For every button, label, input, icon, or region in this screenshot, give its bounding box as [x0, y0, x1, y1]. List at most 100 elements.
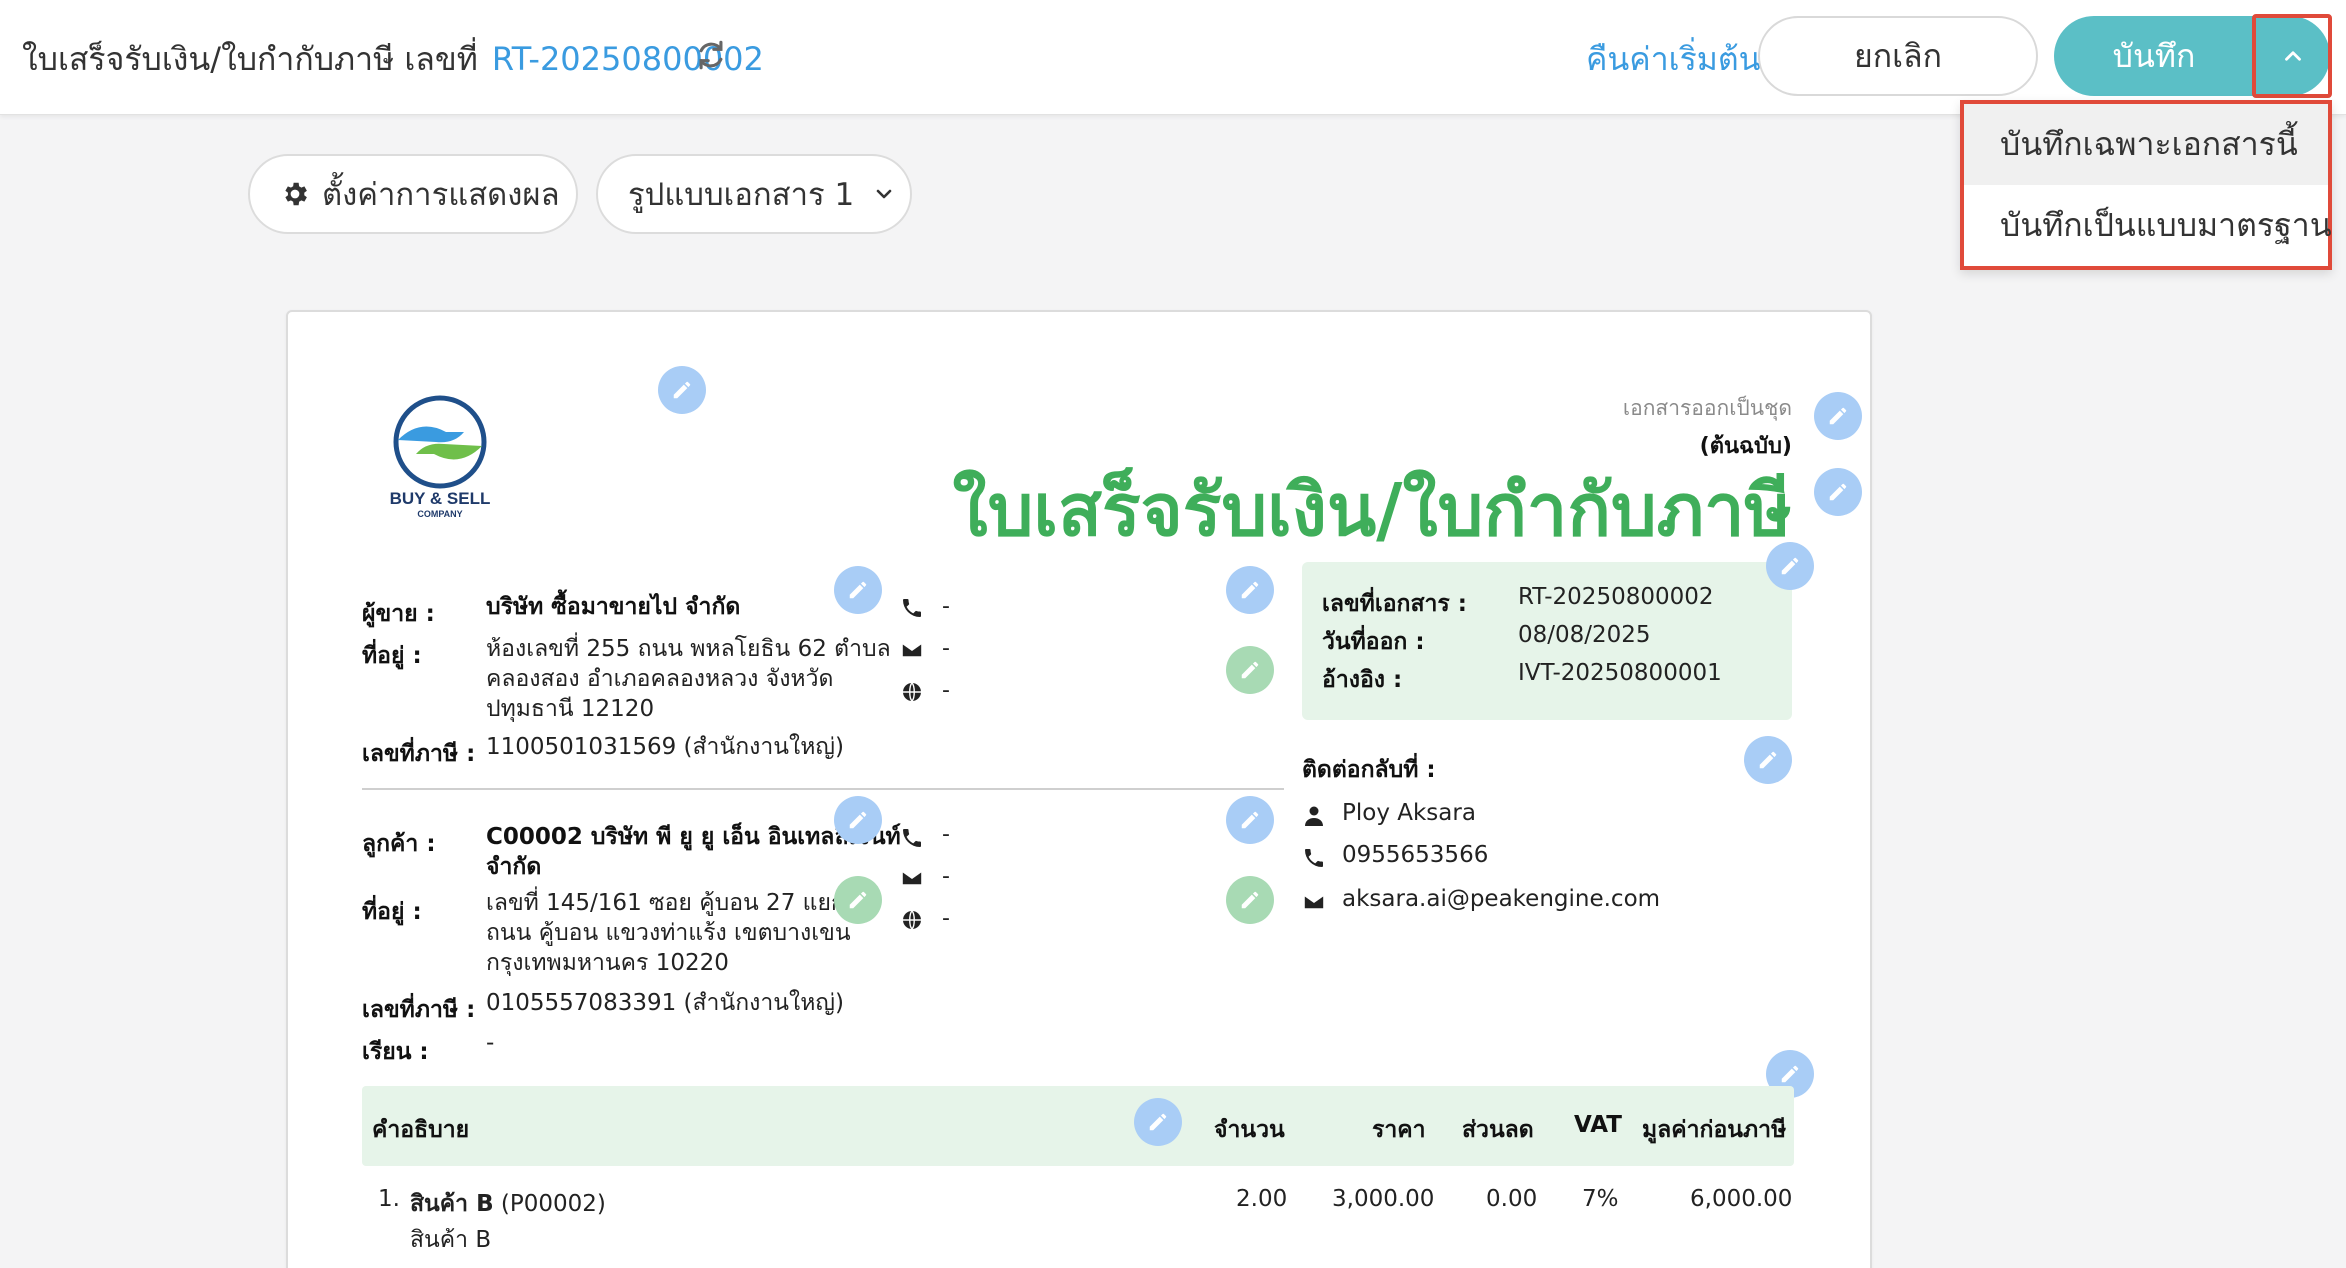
menu-item-save-this-document[interactable]: บันทึกเฉพาะเอกสารนี้	[1964, 104, 2328, 185]
doc-no-value: RT-20250800002	[1518, 584, 1714, 610]
col-vat: VAT	[1574, 1112, 1622, 1138]
customer-tax-label: เลขที่ภาษี :	[362, 997, 476, 1023]
edit-doc-info-button[interactable]	[1766, 542, 1814, 590]
edit-customer-contact-green-button[interactable]	[1226, 876, 1274, 924]
edit-customer-green-button[interactable]	[834, 876, 882, 924]
customer-address-line3: กรุงเทพมหานคร 10220	[486, 950, 729, 976]
person-icon	[1305, 806, 1323, 826]
edit-contact-button[interactable]	[1744, 736, 1792, 784]
pencil-icon	[1241, 891, 1259, 909]
seller-address-line2: คลองสอง อำเภอคลองหลวง จังหวัด	[486, 666, 834, 692]
col-price: ราคา	[1372, 1117, 1426, 1143]
save-options-toggle[interactable]	[2254, 16, 2330, 96]
save-button[interactable]: บันทึก	[2054, 16, 2254, 96]
seller-tax-label: เลขที่ภาษี :	[362, 741, 476, 767]
row-discount: 0.00	[1486, 1186, 1538, 1212]
handshake-logo-icon: BUY & SELL COMPANY	[390, 395, 491, 519]
svg-text:BUY & SELL: BUY & SELL	[390, 489, 491, 508]
customer-name-line2: จำกัด	[486, 854, 542, 880]
customer-email: -	[942, 864, 950, 889]
phone-icon	[1305, 849, 1323, 867]
customer-address-label: ที่อยู่ :	[362, 899, 422, 925]
pencil-icon	[849, 581, 867, 599]
col-quantity: จำนวน	[1214, 1117, 1285, 1143]
section-divider	[362, 788, 1284, 790]
contact-phone: 0955653566	[1342, 842, 1489, 868]
row-item-sub: สินค้า B	[410, 1227, 492, 1253]
edit-title-button[interactable]	[1814, 468, 1862, 516]
issue-date-value: 08/08/2025	[1518, 622, 1651, 648]
phone-icon	[903, 599, 921, 617]
row-vat: 7%	[1582, 1186, 1619, 1212]
display-settings-label: ตั้งค่าการแสดงผล	[322, 177, 560, 213]
page-title-prefix: ใบเสร็จรับเงิน/ใบกำกับภาษี เลขที่	[22, 40, 478, 78]
row-index: 1.	[378, 1186, 400, 1212]
edit-seller-contact-button[interactable]	[1226, 566, 1274, 614]
pencil-icon	[673, 381, 691, 399]
contact-name: Ploy Aksara	[1342, 800, 1476, 826]
attention-label: เรียน :	[362, 1039, 429, 1065]
edit-customer-contact-button[interactable]	[1226, 796, 1274, 844]
edit-header-button[interactable]	[1814, 392, 1862, 440]
customer-web: -	[942, 906, 950, 931]
globe-icon	[903, 682, 921, 702]
edit-seller-button[interactable]	[834, 566, 882, 614]
row-item: สินค้า B (P00002)	[410, 1186, 606, 1222]
pencil-icon	[1241, 581, 1259, 599]
row-price: 3,000.00	[1332, 1186, 1435, 1212]
reference-label: อ้างอิง :	[1322, 667, 1403, 693]
edit-description-column-button[interactable]	[1134, 1098, 1182, 1146]
seller-address-label: ที่อยู่ :	[362, 643, 422, 669]
pencil-icon	[849, 891, 867, 909]
template-select-label: รูปแบบเอกสาร 1	[628, 177, 855, 213]
customer-phone: -	[942, 822, 950, 847]
reset-defaults-link[interactable]: คืนค่าเริ่มต้น	[1586, 34, 1761, 85]
company-logo: BUY & SELL COMPANY	[384, 392, 496, 522]
email-icon	[901, 870, 923, 886]
gear-icon	[285, 182, 307, 206]
pencil-icon	[849, 811, 867, 829]
reference-value: IVT-20250800001	[1518, 660, 1722, 686]
seller-address-line3: ปทุมธานี 12120	[486, 696, 655, 722]
cancel-button[interactable]: ยกเลิก	[1758, 16, 2038, 96]
row-item-name: สินค้า B	[410, 1191, 494, 1217]
pencil-icon	[1781, 1065, 1799, 1083]
pencil-icon	[1759, 751, 1777, 769]
customer-address-line2: ถนน คู้บอน แขวงท่าแร้ง เขตบางเขน	[486, 920, 851, 946]
edit-logo-button[interactable]	[658, 366, 706, 414]
template-select[interactable]: รูปแบบเอกสาร 1	[596, 154, 912, 234]
col-description: คำอธิบาย	[372, 1117, 470, 1143]
seller-name: บริษัท ซื้อมาขายไป จำกัด	[486, 594, 741, 620]
customer-tax-id: 0105557083391 (สำนักงานใหญ่)	[486, 990, 844, 1016]
col-discount: ส่วนลด	[1462, 1117, 1534, 1143]
document-title: ใบเสร็จรับเงิน/ใบกำกับภาษี	[952, 468, 1792, 552]
display-settings-button[interactable]: ตั้งค่าการแสดงผล	[248, 154, 578, 234]
customer-label: ลูกค้า :	[362, 831, 436, 857]
seller-web: -	[942, 678, 950, 703]
row-item-code: (P00002)	[500, 1191, 606, 1217]
seller-phone: -	[942, 594, 950, 619]
seller-email: -	[942, 636, 950, 661]
row-amount: 6,000.00	[1690, 1186, 1793, 1212]
customer-address-line1: เลขที่ 145/161 ซอย คู้บอน 27 แยก 7	[486, 890, 867, 916]
edit-seller-contact-green-button[interactable]	[1226, 646, 1274, 694]
contact-label: ติดต่อกลับที่ :	[1302, 757, 1436, 783]
page-title: ใบเสร็จรับเงิน/ใบกำกับภาษี เลขที่ RT-2025…	[22, 34, 764, 85]
phone-icon	[903, 829, 921, 847]
chevron-down-icon	[876, 189, 892, 199]
top-bar: ใบเสร็จรับเงิน/ใบกำกับภาษี เลขที่ RT-2025…	[0, 0, 2346, 115]
menu-item-save-as-default[interactable]: บันทึกเป็นแบบมาตรฐาน	[1964, 185, 2332, 266]
attention-value: -	[486, 1030, 495, 1056]
issue-date-label: วันที่ออก :	[1322, 629, 1425, 655]
pencil-icon	[1241, 661, 1259, 679]
pencil-icon	[1829, 483, 1847, 501]
globe-icon	[903, 910, 921, 930]
doc-no-label: เลขที่เอกสาร :	[1322, 591, 1467, 617]
email-icon	[1303, 894, 1325, 910]
seller-address-line1: ห้องเลขที่ 255 ถนน พหลโยธิน 62 ตำบล	[486, 636, 891, 662]
pencil-icon	[1829, 407, 1847, 425]
col-amount: มูลค่าก่อนภาษี	[1642, 1117, 1787, 1143]
edit-customer-button[interactable]	[834, 796, 882, 844]
refresh-icon[interactable]	[694, 38, 728, 72]
pencil-icon	[1781, 557, 1799, 575]
